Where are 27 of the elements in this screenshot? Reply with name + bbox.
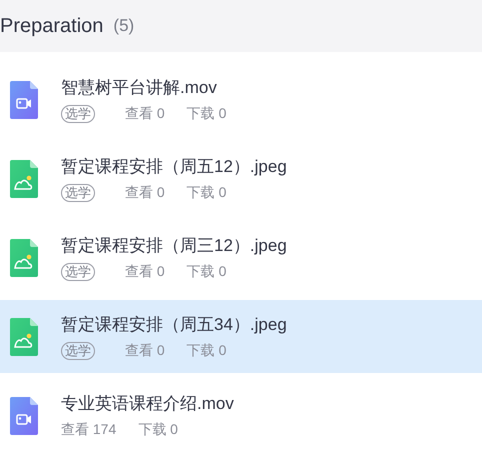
- view-count: 查看 0: [125, 105, 165, 123]
- item-count: (5): [113, 16, 134, 36]
- image-file-icon: [10, 238, 38, 276]
- download-count: 下载 0: [186, 105, 226, 123]
- optional-tag: 选学: [61, 342, 95, 360]
- image-file-icon: [10, 160, 38, 198]
- optional-tag: 选学: [61, 105, 95, 123]
- download-count: 下载 0: [186, 184, 226, 202]
- image-file-icon: [10, 318, 38, 356]
- file-name[interactable]: 暂定课程安排（周五12）.jpeg: [61, 155, 287, 178]
- file-name[interactable]: 暂定课程安排（周三12）.jpeg: [61, 234, 287, 257]
- video-file-icon: [10, 396, 38, 434]
- view-count: 查看 174: [61, 421, 116, 439]
- view-count: 查看 0: [125, 342, 165, 360]
- file-name[interactable]: 暂定课程安排（周五34）.jpeg: [61, 313, 287, 336]
- file-row[interactable]: 暂定课程安排（周五34）.jpeg 选学 查看 0 下载 0: [0, 300, 482, 373]
- view-count: 查看 0: [125, 263, 165, 281]
- optional-tag: 选学: [61, 184, 95, 202]
- file-name[interactable]: 智慧树平台讲解.mov: [61, 76, 226, 99]
- video-file-icon: [10, 80, 38, 118]
- download-count: 下载 0: [186, 263, 226, 281]
- file-name[interactable]: 专业英语课程介绍.mov: [61, 392, 234, 415]
- view-count: 查看 0: [125, 184, 165, 202]
- download-count: 下载 0: [138, 421, 178, 439]
- download-count: 下载 0: [186, 342, 226, 360]
- optional-tag: 选学: [61, 263, 95, 281]
- section-title: Preparation: [0, 14, 104, 38]
